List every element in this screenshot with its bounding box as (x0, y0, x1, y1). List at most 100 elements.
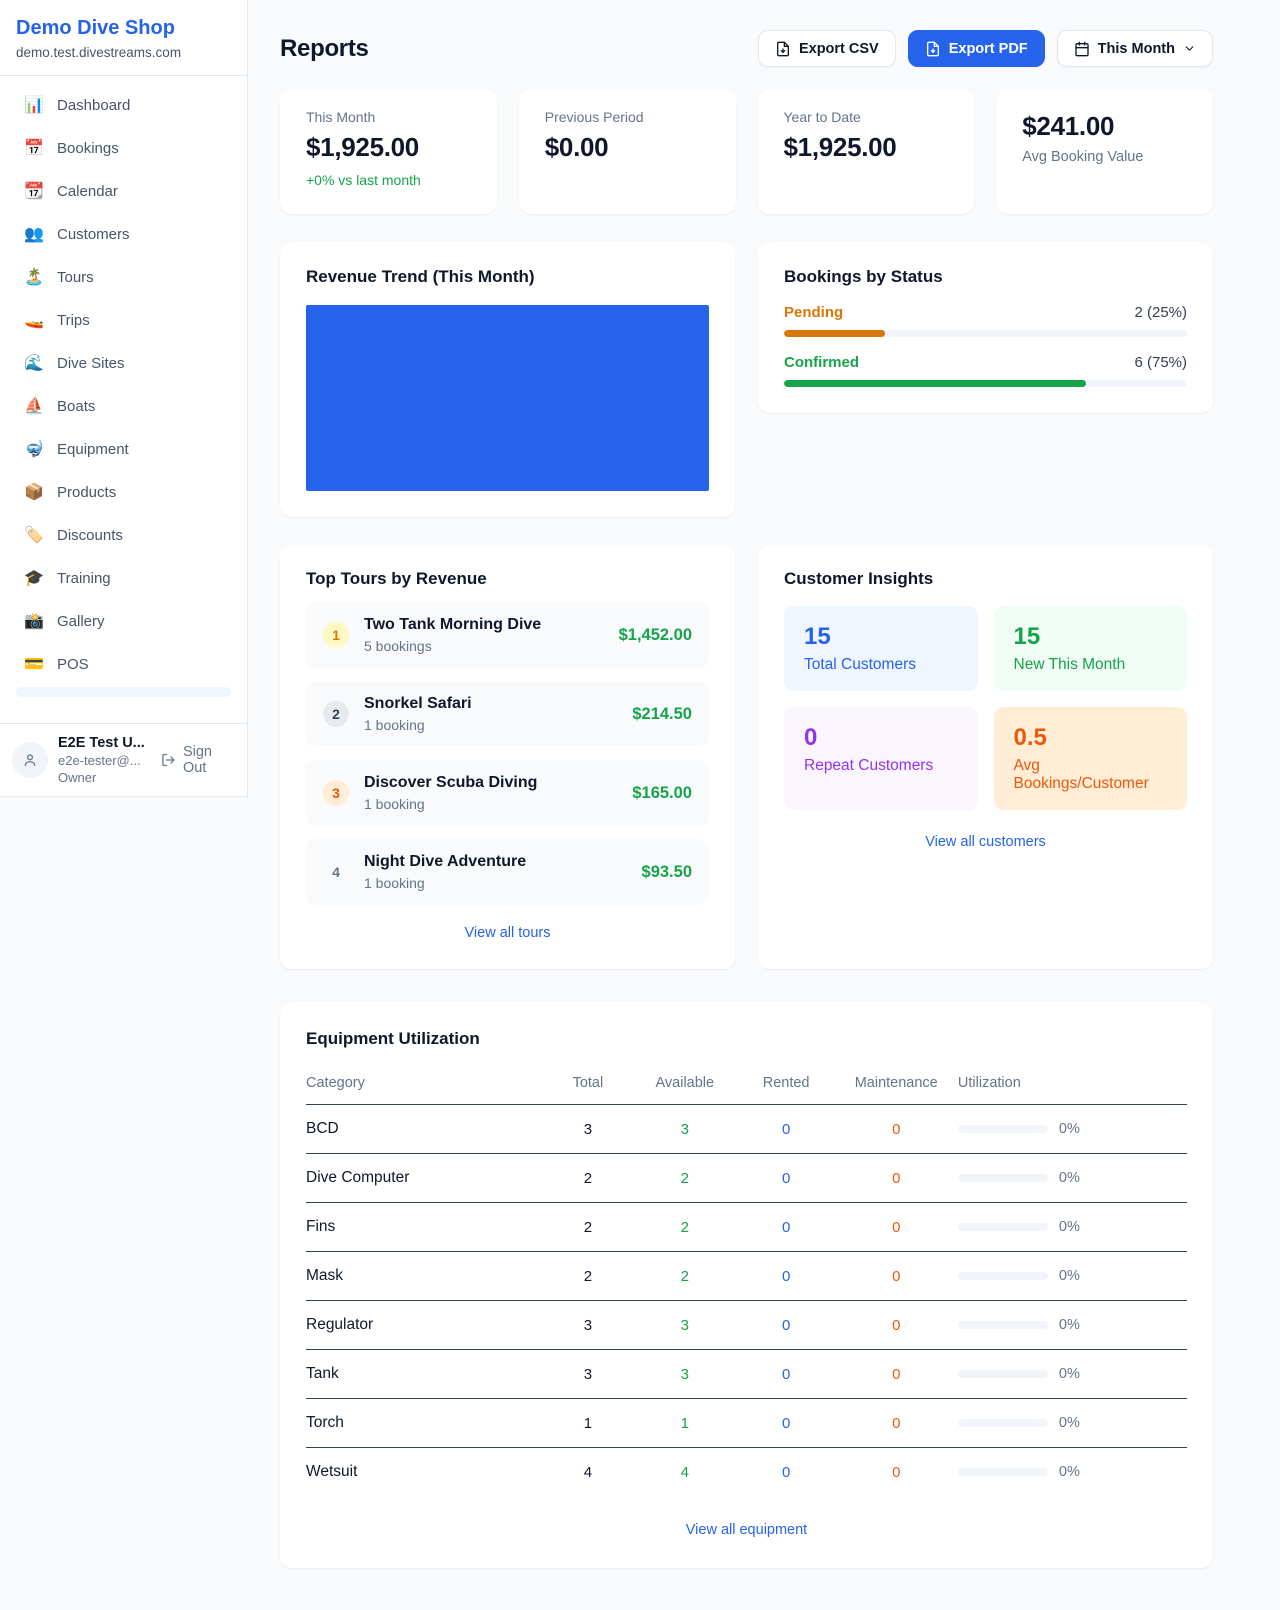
discounts-icon: 🏷️ (24, 525, 44, 545)
sidebar-item-customers[interactable]: 👥Customers (8, 214, 239, 254)
table-row: Torch 1 1 0 0 0% (306, 1399, 1187, 1448)
cell-available: 1 (681, 1415, 689, 1432)
status-count: 6 (75%) (1134, 354, 1187, 371)
table-row: Tank 3 3 0 0 0% (306, 1350, 1187, 1399)
tile-avg-bookings: 0.5 Avg Bookings/Customer (994, 707, 1188, 810)
sidebar-item-label: Discounts (57, 527, 123, 544)
tour-name: Discover Scuba Diving (364, 774, 617, 792)
table-header-row: Category Total Available Rented Maintena… (306, 1065, 1187, 1105)
view-all-tours-link[interactable]: View all tours (306, 925, 709, 941)
stat-label: This Month (306, 109, 471, 125)
sidebar-header: Demo Dive Shop demo.test.divestreams.com (0, 0, 247, 76)
tile-label: Avg Bookings/Customer (1014, 757, 1168, 793)
cell-maintenance: 0 (892, 1219, 900, 1236)
tile-value: 15 (804, 623, 958, 651)
user-email: e2e-tester@... (58, 753, 147, 768)
tour-row: 3 Discover Scuba Diving 1 booking $165.0… (306, 760, 709, 826)
equipment-icon: 🤿 (24, 439, 44, 459)
sidebar-item-calendar[interactable]: 📆Calendar (8, 171, 239, 211)
sidebar-item-dive-sites[interactable]: 🌊Dive Sites (8, 343, 239, 383)
person-icon (22, 752, 38, 768)
sidebar-item-gallery[interactable]: 📸Gallery (8, 601, 239, 641)
tour-name: Night Dive Adventure (364, 853, 627, 871)
tile-value: 15 (1014, 623, 1168, 651)
file-icon (925, 41, 941, 57)
bookings-by-status-card: Bookings by Status Pending 2 (25%) Confi… (758, 243, 1213, 413)
sidebar-item-label: Training (57, 570, 111, 587)
table-row: BCD 3 3 0 0 0% (306, 1105, 1187, 1154)
view-all-customers-link[interactable]: View all customers (784, 834, 1187, 850)
status-count: 2 (25%) (1134, 304, 1187, 321)
utilization-bar (958, 1370, 1048, 1378)
revenue-trend-title: Revenue Trend (This Month) (306, 267, 709, 287)
col-rented: Rented (738, 1065, 835, 1105)
page-header: Reports Export CSV Export PDF This Month (280, 30, 1213, 67)
stat-value: $241.00 (1022, 111, 1187, 142)
sidebar-item-products[interactable]: 📦 Products (8, 472, 239, 512)
sidebar: Demo Dive Shop demo.test.divestreams.com… (0, 0, 248, 797)
table-row: Fins 2 2 0 0 0% (306, 1203, 1187, 1252)
user-name: E2E Test U... (58, 735, 147, 751)
top-tours-card: Top Tours by Revenue 1 Two Tank Morning … (280, 545, 735, 969)
boats-icon: ⛵ (24, 396, 44, 416)
period-dropdown[interactable]: This Month (1057, 30, 1213, 67)
stat-value: $1,925.00 (306, 132, 471, 163)
col-total: Total (544, 1065, 632, 1105)
cell-maintenance: 0 (892, 1268, 900, 1285)
sidebar-item-dashboard[interactable]: 📊Dashboard (8, 85, 239, 125)
tile-label: Total Customers (804, 656, 958, 674)
sidebar-item-label: Customers (57, 226, 130, 243)
rank-badge: 3 (323, 780, 349, 806)
cell-utilization: 0% (1059, 1415, 1080, 1431)
cell-rented: 0 (782, 1317, 790, 1334)
cell-available: 2 (681, 1268, 689, 1285)
revenue-trend-card: Revenue Trend (This Month) (280, 243, 735, 517)
cell-category: Wetsuit (306, 1448, 544, 1497)
cell-total: 2 (544, 1154, 632, 1203)
export-csv-button[interactable]: Export CSV (758, 30, 896, 67)
cell-available: 3 (681, 1317, 689, 1334)
tour-name: Two Tank Morning Dive (364, 616, 604, 634)
sign-out-icon (161, 752, 176, 768)
tile-value: 0 (804, 724, 958, 752)
sidebar-item-label: Products (57, 484, 116, 501)
sidebar-item-tours[interactable]: 🏝️Tours (8, 257, 239, 297)
sidebar-item-pos[interactable]: 💳POS (8, 644, 239, 684)
tour-bookings: 5 bookings (364, 638, 604, 654)
avatar (12, 742, 48, 778)
cell-utilization: 0% (1059, 1121, 1080, 1137)
sidebar-item-label: Dive Sites (57, 355, 125, 372)
tour-row: 2 Snorkel Safari 1 booking $214.50 (306, 681, 709, 747)
sidebar-item-discounts[interactable]: 🏷️ Discounts (8, 515, 239, 555)
cell-utilization: 0% (1059, 1317, 1080, 1333)
sidebar-item-boats[interactable]: ⛵Boats (8, 386, 239, 426)
sidebar-item-equipment[interactable]: 🤿Equipment (8, 429, 239, 469)
sidebar-item-training[interactable]: 🎓Training (8, 558, 239, 598)
status-row-pending: Pending 2 (25%) (784, 304, 1187, 337)
stat-previous-period: Previous Period $0.00 (519, 89, 736, 214)
col-utilization: Utilization (958, 1065, 1187, 1105)
export-pdf-button[interactable]: Export PDF (908, 30, 1045, 67)
user-role: Owner (58, 770, 147, 785)
sidebar-item-label: Gallery (57, 613, 105, 630)
products-icon: 📦 (24, 482, 44, 502)
view-all-equipment-link[interactable]: View all equipment (306, 1522, 1187, 1538)
insight-tiles: 15 Total Customers 15 New This Month 0 R… (784, 606, 1187, 810)
cell-utilization: 0% (1059, 1268, 1080, 1284)
sidebar-item-bookings[interactable]: 📅Bookings (8, 128, 239, 168)
status-bar-fill (784, 380, 1086, 387)
sidebar-item-label: Calendar (57, 183, 118, 200)
user-meta: E2E Test U... e2e-tester@... Owner (58, 735, 147, 785)
bookings-icon: 📅 (24, 138, 44, 158)
stat-value: $0.00 (545, 132, 710, 163)
cell-category: BCD (306, 1105, 544, 1154)
table-row: Regulator 3 3 0 0 0% (306, 1301, 1187, 1350)
stat-label: Previous Period (545, 109, 710, 125)
tile-label: New This Month (1014, 656, 1168, 674)
sign-out-button[interactable]: Sign Out (161, 744, 235, 776)
page-title: Reports (280, 35, 369, 63)
customer-insights-card: Customer Insights 15 Total Customers 15 … (758, 545, 1213, 969)
cell-category: Regulator (306, 1301, 544, 1350)
sidebar-item-label: Tours (57, 269, 94, 286)
sidebar-item-trips[interactable]: 🚤Trips (8, 300, 239, 340)
